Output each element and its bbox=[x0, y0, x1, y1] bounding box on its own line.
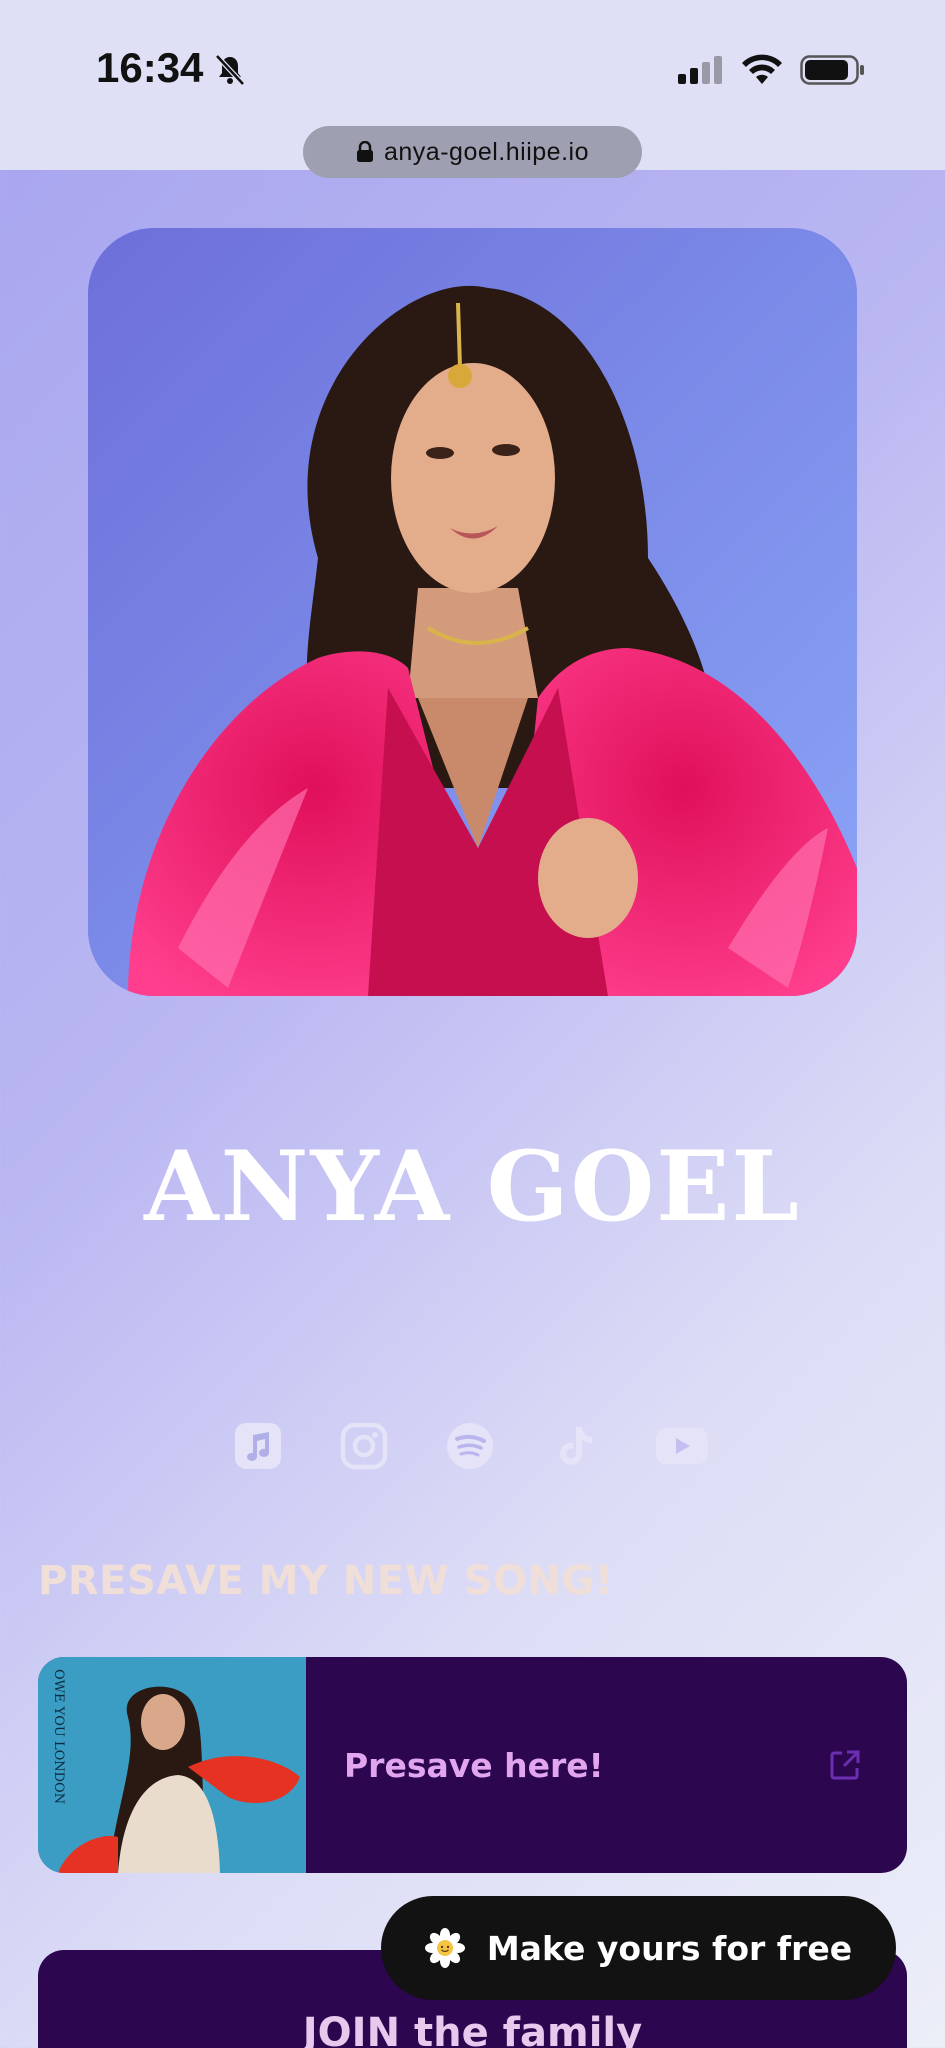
daisy-icon bbox=[424, 1928, 465, 1968]
make-yours-button[interactable]: Make yours for free bbox=[381, 1896, 896, 2000]
song-cover-art: OWE YOU LONDON bbox=[38, 1657, 306, 1873]
cover-art-text: OWE YOU LONDON bbox=[51, 1669, 66, 1805]
apple-music-icon[interactable] bbox=[230, 1418, 286, 1474]
presave-section-title: PRESAVE MY NEW SONG! bbox=[38, 1558, 614, 1604]
address-bar[interactable]: anya-goel.hiipe.io bbox=[303, 126, 642, 178]
silent-bell-icon bbox=[215, 54, 245, 86]
youtube-icon[interactable] bbox=[654, 1418, 710, 1474]
battery-icon bbox=[800, 55, 864, 85]
instagram-icon[interactable] bbox=[336, 1418, 392, 1474]
url-text: anya-goel.hiipe.io bbox=[384, 137, 589, 166]
cellular-signal-icon bbox=[678, 56, 722, 84]
status-bar: 16:34 anya-goel.hiipe.io bbox=[0, 0, 945, 178]
lock-icon bbox=[357, 141, 373, 162]
wifi-icon bbox=[742, 54, 782, 84]
profile-photo bbox=[88, 228, 857, 996]
presave-card-label: Presave here! bbox=[344, 1745, 604, 1785]
spotify-icon[interactable] bbox=[442, 1418, 498, 1474]
portrait-illustration bbox=[88, 228, 857, 996]
external-link-icon bbox=[830, 1750, 860, 1780]
presave-link-card[interactable]: OWE YOU LONDON Presave here! bbox=[38, 1657, 907, 1873]
social-links bbox=[230, 1418, 710, 1474]
make-yours-label: Make yours for free bbox=[486, 1928, 853, 1968]
tiktok-icon[interactable] bbox=[548, 1418, 604, 1474]
status-time: 16:34 bbox=[96, 44, 204, 91]
join-family-label: JOIN the family bbox=[302, 2010, 643, 2048]
artist-name: ANYA GOEL bbox=[144, 1130, 801, 1243]
